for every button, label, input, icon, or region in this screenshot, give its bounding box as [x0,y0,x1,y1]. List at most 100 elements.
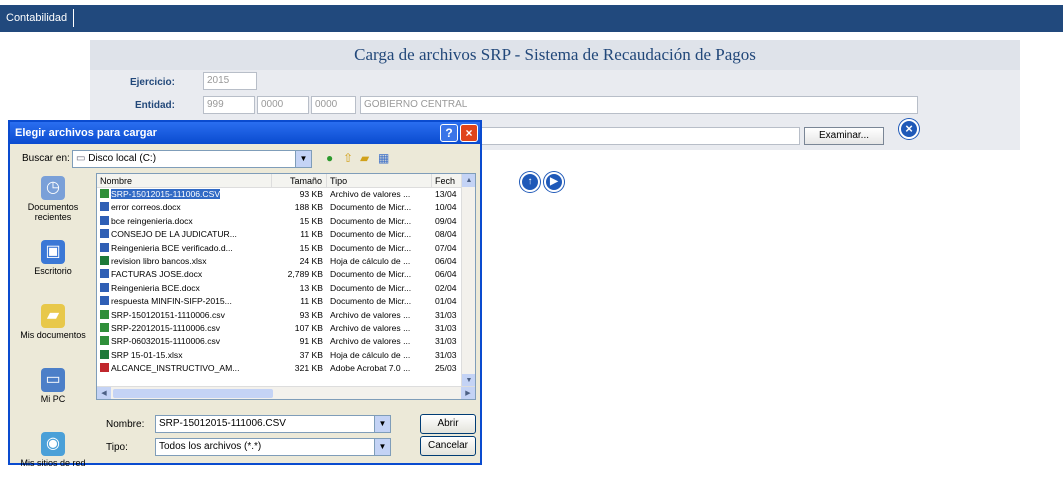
up-folder-icon[interactable]: ⇧ [343,151,353,165]
close-icon[interactable]: × [899,119,919,139]
ejercicio-field[interactable]: 2015 [203,72,257,90]
doc-file-icon [100,215,109,225]
filetype-select[interactable]: Todos los archivos (*.*) ▼ [155,438,391,456]
file-name: error correos.docx [111,202,181,213]
scroll-up-icon[interactable]: ▲ [462,174,475,187]
file-name: SRP-06032015-1110006.csv [111,336,221,347]
view-menu-icon[interactable]: ▦ [378,151,389,165]
file-row[interactable]: Reingenieria BCE verificado.d... 15 KB Doc… [97,242,475,255]
file-row[interactable]: SRP 15-01-15.xlsx 37 KB Hoja de cálculo de… [97,349,475,362]
file-row[interactable]: CONSEJO DE LA JUDICATUR... 11 KB Documento… [97,228,475,241]
lookin-select[interactable]: ▭ Disco local (C:) ▼ [72,150,312,168]
upload-icon[interactable]: ↑ [520,172,540,192]
place-my-computer[interactable]: ▭ Mi PC [12,368,94,428]
vertical-scrollbar[interactable]: ▲ ▼ [461,174,475,387]
process-icon[interactable]: ▶ [544,172,564,192]
file-name: Reingenieria BCE verificado.d... [111,242,233,253]
column-name[interactable]: Nombre [97,174,272,187]
file-list[interactable]: Nombre Tamaño Tipo Fech SRP-15012015-111… [96,173,476,400]
doc-file-icon [100,282,109,292]
page-title: Carga de archivos SRP - Sistema de Recau… [90,40,1020,70]
filename-label: Nombre: [106,419,145,430]
my-computer-icon: ▭ [41,368,65,392]
file-type: Documento de Micr... [330,269,412,280]
file-type: Archivo de valores ... [330,336,411,347]
file-name: FACTURAS JOSE.docx [111,269,203,280]
tab-contabilidad[interactable]: Contabilidad [6,9,75,27]
file-row[interactable]: FACTURAS JOSE.docx 2,789 KB Documento de M… [97,268,475,281]
xls-file-icon [100,349,109,359]
file-row[interactable]: error correos.docx 188 KB Documento de Mic… [97,201,475,214]
doc-file-icon [100,242,109,252]
file-size: 2,789 KB [287,269,323,280]
entidad-code-2[interactable]: 0000 [257,96,309,114]
column-size[interactable]: Tamaño [272,174,327,187]
back-icon[interactable]: ● [326,151,333,165]
file-row[interactable]: respuesta MINFIN-SIFP-2015... 11 KB Docume… [97,295,475,308]
file-size: 15 KB [299,242,323,253]
dialog-title: Elegir archivos para cargar [15,127,157,139]
file-row[interactable]: SRP-150120151-1110006.csv 93 KB Archivo de… [97,309,475,322]
doc-file-icon [100,296,109,306]
column-type[interactable]: Tipo [327,174,432,187]
file-type: Documento de Micr... [330,202,412,213]
scroll-thumb[interactable] [113,389,273,398]
scroll-right-icon[interactable]: ▶ [461,387,475,399]
file-size: 24 KB [299,255,323,266]
csv-file-icon [100,336,109,346]
file-chooser-dialog: Elegir archivos para cargar ? × Buscar e… [8,120,482,468]
filetype-label: Tipo: [106,442,128,453]
chevron-down-icon[interactable]: ▼ [374,439,390,455]
entidad-code-3[interactable]: 0000 [311,96,356,114]
lookin-label: Buscar en: [22,153,70,164]
scroll-left-icon[interactable]: ◀ [97,387,111,399]
top-navigation-bar: Contabilidad [0,5,1063,32]
open-button[interactable]: Abrir [420,414,476,434]
place-label: Documentos recientes [27,202,79,222]
file-row[interactable]: Reingenieria BCE.docx 13 KB Documento de M… [97,282,475,295]
file-type: Hoja de cálculo de ... [330,349,411,360]
filetype-value: Todos los archivos (*.*) [159,441,262,452]
file-row[interactable]: ALCANCE_INSTRUCTIVO_AM... 321 KB Adobe Acr… [97,362,475,375]
file-row[interactable]: SRP-15012015-111006.CSV 93 KB Archivo de v… [97,188,475,201]
file-row[interactable]: SRP-22012015-1110006.csv 107 KB Archivo de… [97,322,475,335]
new-folder-icon[interactable]: ▰ [360,151,369,165]
column-header: Nombre Tamaño Tipo Fech [97,174,475,188]
help-icon[interactable]: ? [440,124,458,142]
place-network[interactable]: ◉ Mis sitios de red [12,432,94,492]
file-name: SRP-150120151-1110006.csv [111,309,225,320]
column-date[interactable]: Fech [432,174,462,187]
entidad-code-1[interactable]: 999 [203,96,255,114]
file-path-field[interactable] [480,127,800,145]
filename-input[interactable]: SRP-15012015-111006.CSV ▼ [155,415,391,433]
file-size: 11 KB [300,296,323,307]
browse-button[interactable]: Examinar... [804,127,884,145]
network-places-icon: ◉ [41,432,65,456]
place-recent[interactable]: ◷ Documentos recientes [12,176,94,236]
horizontal-scrollbar[interactable]: ◀ ▶ [97,386,475,399]
pdf-file-icon [100,363,109,373]
place-label: Escritorio [34,266,72,276]
xls-file-icon [100,255,109,265]
csv-file-icon [100,322,109,332]
file-row[interactable]: bce reingenieria.docx 15 KB Documento de M… [97,215,475,228]
place-desktop[interactable]: ▣ Escritorio [12,240,94,300]
chevron-down-icon[interactable]: ▼ [295,151,311,167]
chevron-down-icon[interactable]: ▼ [374,416,390,432]
file-row[interactable]: revision libro bancos.xlsx 24 KB Hoja de c… [97,255,475,268]
place-my-documents[interactable]: ▰ Mis documentos [12,304,94,364]
file-name: revision libro bancos.xlsx [111,255,207,266]
desktop-icon: ▣ [41,240,65,264]
doc-file-icon [100,269,109,279]
entidad-name-field[interactable]: GOBIERNO CENTRAL [360,96,918,114]
file-name: respuesta MINFIN-SIFP-2015... [111,296,232,307]
file-name: bce reingenieria.docx [111,215,193,226]
file-name: SRP-15012015-111006.CSV [111,189,221,199]
file-name: SRP 15-01-15.xlsx [111,349,183,360]
file-size: 91 KB [299,336,323,347]
drive-icon: ▭ [76,153,89,164]
file-row[interactable]: SRP-06032015-1110006.csv 91 KB Archivo de … [97,335,475,348]
cancel-button[interactable]: Cancelar [420,436,476,456]
doc-file-icon [100,229,109,239]
close-dialog-icon[interactable]: × [460,124,478,142]
